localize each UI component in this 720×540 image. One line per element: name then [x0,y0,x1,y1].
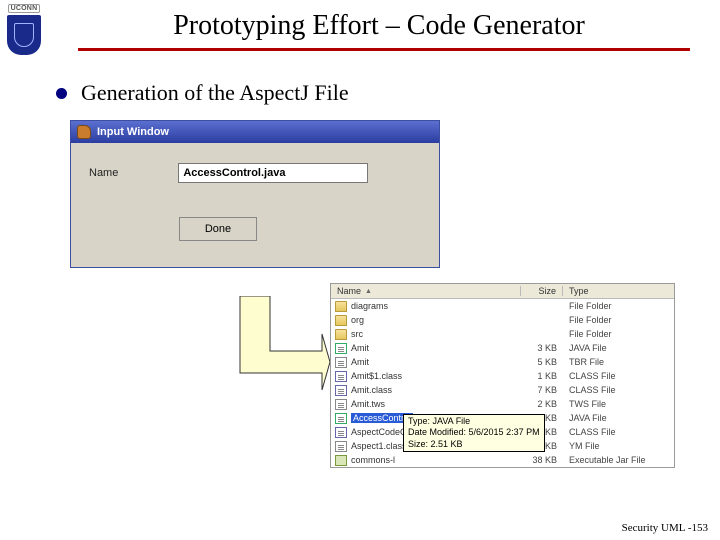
footer-text: Security UML -153 [622,522,708,534]
file-type: TWS File [563,399,674,409]
file-name: Aspect1.class [351,441,407,451]
title-rule [78,48,690,51]
file-type: Executable Jar File [563,455,674,465]
column-size: Size [521,286,563,296]
file-row[interactable]: org File Folder [331,313,674,327]
java-coffee-icon [77,125,91,139]
file-type: YM File [563,441,674,451]
name-input[interactable] [178,163,368,183]
file-row[interactable]: Amit$1.class 1 KBCLASS File [331,369,674,383]
file-name: org [351,315,364,325]
file-type: File Folder [563,329,674,339]
bullet-text: Generation of the AspectJ File [81,80,349,106]
file-name: commons-l [351,455,395,465]
file-name: Amit.class [351,385,392,395]
file-icon [335,357,347,368]
input-window: Input Window Name Done [70,120,440,268]
slide-title: Prototyping Effort – Code Generator [78,10,680,42]
file-type: File Folder [563,301,674,311]
file-size: 7 KB [521,385,563,395]
flow-arrow-icon [220,296,330,406]
file-type: JAVA File [563,413,674,423]
class-icon [335,427,347,438]
file-icon [335,441,347,452]
file-row[interactable]: commons-l 38 KBExecutable Jar File [331,453,674,467]
bullet-row: Generation of the AspectJ File [0,70,720,114]
file-row[interactable]: src File Folder [331,327,674,341]
file-name: src [351,329,363,339]
folder-icon [335,315,347,326]
bullet-icon [56,88,67,99]
file-size: 3 KB [521,343,563,353]
class-icon [335,385,347,396]
dialog-title: Input Window [97,126,169,138]
file-row[interactable]: Amit.class 7 KBCLASS File [331,383,674,397]
tooltip-line3: Size: 2.51 KB [408,439,540,450]
column-name: Name ▲ [331,286,521,296]
jar-icon [335,455,347,466]
file-icon [335,399,347,410]
uconn-logo: UCONN [0,0,48,70]
java-icon [335,413,347,424]
uconn-text: UCONN [8,4,41,13]
column-type: Type [563,286,674,296]
file-name: diagrams [351,301,388,311]
folder-icon [335,329,347,340]
file-row[interactable]: Amit 5 KBTBR File [331,355,674,369]
file-size: 2 KB [521,399,563,409]
file-type: File Folder [563,315,674,325]
file-row[interactable]: Amit.tws 2 KBTWS File [331,397,674,411]
name-label: Name [89,167,118,179]
java-icon [335,343,347,354]
shield-icon [7,15,41,55]
file-row[interactable]: diagrams File Folder [331,299,674,313]
class-icon [335,371,347,382]
file-type: JAVA File [563,343,674,353]
file-header[interactable]: Name ▲ Size Type [331,284,674,299]
file-type: TBR File [563,357,674,367]
file-type: CLASS File [563,371,674,381]
sort-asc-icon: ▲ [365,288,372,295]
tooltip-line2: Date Modified: 5/6/2015 2:37 PM [408,427,540,438]
tooltip-line1: Type: JAVA File [408,416,540,427]
file-name: Amit$1.class [351,371,402,381]
file-tooltip: Type: JAVA File Date Modified: 5/6/2015 … [403,414,545,452]
file-size: 38 KB [521,455,563,465]
done-button[interactable]: Done [179,217,257,241]
file-size: 5 KB [521,357,563,367]
file-name: Amit [351,357,369,367]
file-type: CLASS File [563,385,674,395]
file-size: 1 KB [521,371,563,381]
file-explorer: Name ▲ Size Type diagrams File Folder org F… [330,283,675,468]
file-row[interactable]: Amit 3 KBJAVA File [331,341,674,355]
file-name: Amit [351,343,369,353]
file-type: CLASS File [563,427,674,437]
dialog-titlebar[interactable]: Input Window [71,121,439,143]
folder-icon [335,301,347,312]
file-name: Amit.tws [351,399,385,409]
